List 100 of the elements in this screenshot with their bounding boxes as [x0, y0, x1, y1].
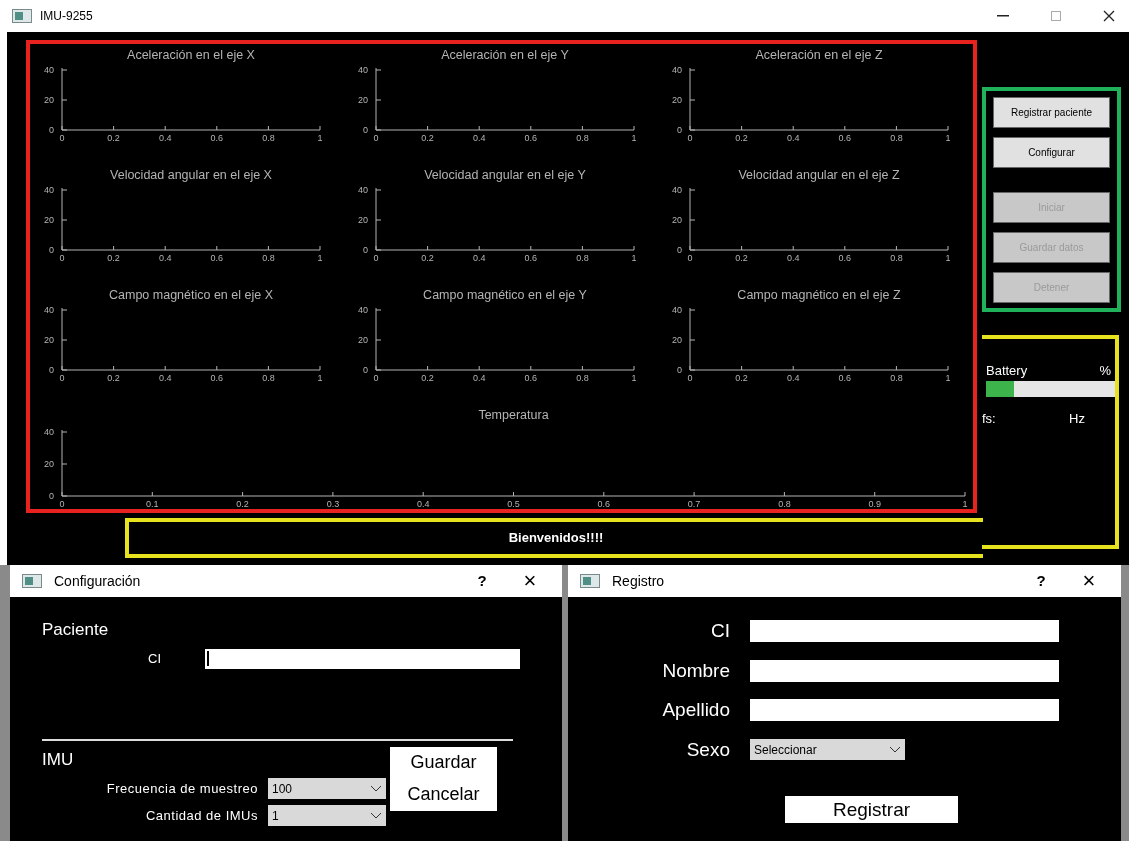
tick-label: 0: [363, 245, 368, 255]
fs-unit: Hz: [1069, 409, 1085, 428]
tick-label: 0.8: [262, 253, 275, 263]
tick-label: 0: [59, 133, 65, 143]
chart-title: Campo magnético en el eje X: [109, 288, 273, 302]
tick-label: 20: [44, 459, 54, 469]
close-button[interactable]: ×: [1069, 570, 1109, 592]
register-button[interactable]: Registrar: [785, 796, 958, 823]
tick-label: 0.2: [735, 133, 748, 143]
tick-label: 1: [317, 253, 323, 263]
dropdown[interactable]: Seleccionar: [750, 739, 905, 761]
chevron-down-icon: [370, 812, 382, 819]
fs-label: fs:: [982, 409, 996, 428]
field-label: Frecuencia de muestreo: [106, 779, 258, 798]
window-icon: [22, 574, 42, 588]
tick-label: 0.6: [524, 253, 538, 263]
tick-label: 1: [945, 373, 951, 383]
input-field[interactable]: [205, 648, 520, 669]
chart-title: Velocidad angular en el eje Z: [738, 168, 900, 182]
chart-title: Campo magnético en el eje Y: [423, 288, 587, 302]
tick-label: 0.6: [524, 373, 538, 383]
tick-label: 0.2: [236, 499, 249, 509]
close-button[interactable]: ×: [510, 570, 550, 592]
control-button[interactable]: Configurar: [993, 137, 1110, 168]
tick-label: 20: [358, 95, 368, 105]
input-field[interactable]: [750, 620, 1059, 643]
battery-label: Battery: [986, 362, 1028, 380]
field-label: Sexo: [685, 737, 730, 762]
tick-label: 1: [631, 253, 637, 263]
tick-label: 20: [44, 215, 54, 225]
tick-label: 0.6: [524, 133, 538, 143]
tick-label: 0.4: [472, 133, 486, 143]
tick-label: 20: [358, 335, 368, 345]
tick-label: 1: [317, 373, 323, 383]
tick-label: 40: [672, 185, 682, 195]
dropdown[interactable]: 1: [268, 805, 386, 826]
tick-label: 0.5: [507, 499, 520, 509]
tick-label: 1: [631, 373, 637, 383]
tick-label: 40: [672, 305, 682, 315]
tick-label: 1: [945, 133, 951, 143]
tick-label: 0.8: [262, 133, 275, 143]
tick-label: 40: [358, 65, 368, 75]
tick-label: 0: [59, 373, 65, 383]
tick-label: 0.4: [786, 253, 800, 263]
field-label: CI: [710, 619, 730, 643]
tick-label: 40: [358, 305, 368, 315]
tick-label: 0.8: [262, 373, 275, 383]
dropdown[interactable]: 100: [268, 778, 386, 799]
text-cursor: [207, 651, 209, 666]
tick-label: 40: [44, 185, 54, 195]
chart-title: Aceleración en el eje Y: [441, 48, 569, 62]
tick-label: 0: [687, 253, 693, 263]
field-label: Cantidad de IMUs: [145, 806, 258, 825]
input-field[interactable]: [750, 699, 1059, 722]
window-icon: [12, 9, 32, 23]
tick-label: 20: [672, 335, 682, 345]
help-button[interactable]: ?: [466, 569, 498, 593]
tick-label: 0: [677, 365, 682, 375]
tick-label: 0.6: [597, 499, 611, 509]
tick-label: 0: [373, 133, 379, 143]
dialog-title: Registro: [612, 571, 665, 591]
tick-label: 0.6: [838, 133, 852, 143]
help-button[interactable]: ?: [1025, 569, 1057, 593]
field-label: Apellido: [661, 698, 730, 722]
tick-label: 0.8: [576, 373, 589, 383]
tick-label: 0.6: [838, 253, 852, 263]
battery-unit: %: [1099, 362, 1111, 380]
tick-label: 0.2: [421, 133, 434, 143]
chart-title: Aceleración en el eje X: [127, 48, 255, 62]
section-heading: IMU: [42, 748, 75, 771]
tick-label: 0.7: [687, 499, 701, 509]
tick-label: 0: [363, 125, 368, 135]
tick-label: 1: [962, 499, 968, 509]
tick-label: 0.8: [890, 133, 903, 143]
tick-label: 20: [672, 95, 682, 105]
dialog-title: Configuración: [54, 571, 141, 591]
section-heading: Paciente: [42, 619, 110, 641]
minimize-icon[interactable]: [997, 15, 1009, 17]
tick-label: 0.2: [421, 373, 434, 383]
tick-label: 0.2: [107, 253, 120, 263]
tick-label: 0.6: [210, 373, 224, 383]
tick-label: 20: [44, 95, 54, 105]
tick-label: 0: [49, 245, 54, 255]
tick-label: 0: [49, 491, 54, 501]
tick-label: 0.6: [210, 253, 224, 263]
field-label: Nombre: [661, 658, 730, 683]
close-icon[interactable]: [1103, 10, 1115, 22]
tick-label: 0: [59, 499, 65, 509]
tick-label: 0.4: [158, 133, 172, 143]
tick-label: 0: [687, 133, 693, 143]
tick-label: 0: [49, 125, 54, 135]
tick-label: 0: [687, 373, 693, 383]
tick-label: 20: [672, 215, 682, 225]
tick-label: 0.8: [576, 133, 589, 143]
chart-title: Temperatura: [478, 408, 549, 422]
control-button[interactable]: Registrar paciente: [993, 97, 1110, 128]
input-field[interactable]: [750, 659, 1059, 682]
chart-title: Velocidad angular en el eje X: [110, 168, 272, 182]
tick-label: 1: [317, 133, 323, 143]
tick-label: 0: [363, 365, 368, 375]
